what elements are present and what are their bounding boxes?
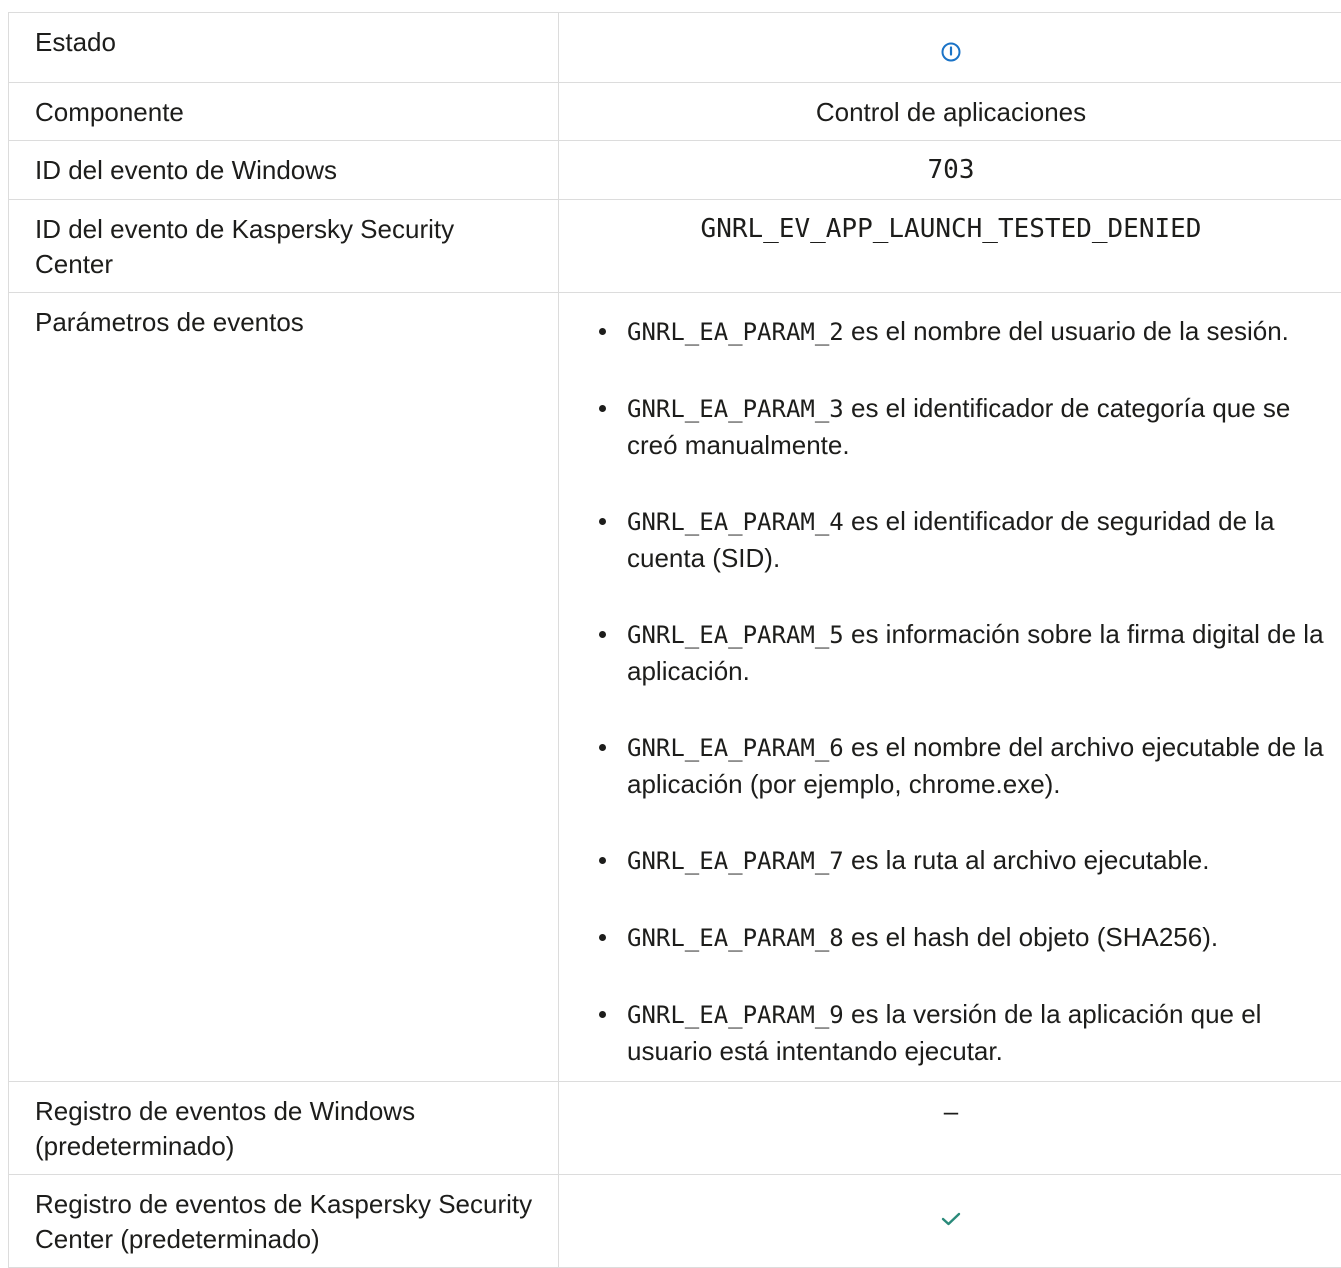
parameter-code: GNRL_EA_PARAM_4 bbox=[627, 508, 844, 536]
row-estado: Estado bbox=[9, 13, 1341, 83]
parameter-code: GNRL_EA_PARAM_5 bbox=[627, 621, 844, 649]
row-event-parameters: Parámetros de eventos GNRL_EA_PARAM_2 es… bbox=[9, 293, 1341, 1082]
row-label: Estado bbox=[9, 13, 559, 83]
parameter-item: GNRL_EA_PARAM_4 es el identificador de s… bbox=[599, 503, 1325, 576]
parameter-code: GNRL_EA_PARAM_3 bbox=[627, 395, 844, 423]
bullet-icon bbox=[599, 744, 606, 751]
event-details-table: Estado Componente Control de aplicacione… bbox=[8, 12, 1341, 1268]
bullet-icon bbox=[599, 405, 606, 412]
parameter-code: GNRL_EA_PARAM_8 bbox=[627, 924, 844, 952]
row-ksc-log: Registro de eventos de Kaspersky Securit… bbox=[9, 1175, 1341, 1268]
parameter-code: GNRL_EA_PARAM_2 bbox=[627, 318, 844, 346]
row-value: GNRL_EV_APP_LAUNCH_TESTED_DENIED bbox=[559, 200, 1341, 293]
checkmark-icon bbox=[941, 1201, 961, 1217]
info-circle-icon bbox=[940, 37, 962, 59]
row-value: – bbox=[559, 1082, 1341, 1175]
parameter-item: GNRL_EA_PARAM_9 es la versión de la apli… bbox=[599, 996, 1325, 1069]
parameter-item: GNRL_EA_PARAM_6 es el nombre del archivo… bbox=[599, 729, 1325, 802]
parameter-description: es el hash del objeto (SHA256). bbox=[851, 922, 1218, 952]
row-value bbox=[559, 13, 1341, 83]
row-label: Registro de eventos de Windows (predeter… bbox=[9, 1082, 559, 1175]
bullet-icon bbox=[599, 1011, 606, 1018]
bullet-icon bbox=[599, 631, 606, 638]
row-label: Componente bbox=[9, 83, 559, 141]
bullet-icon bbox=[599, 518, 606, 525]
row-windows-event-id: ID del evento de Windows 703 bbox=[9, 141, 1341, 200]
parameter-code: GNRL_EA_PARAM_9 bbox=[627, 1001, 844, 1029]
bullet-icon bbox=[599, 934, 606, 941]
row-windows-log: Registro de eventos de Windows (predeter… bbox=[9, 1082, 1341, 1175]
parameters-list: GNRL_EA_PARAM_2 es el nombre del usuario… bbox=[599, 313, 1325, 1069]
parameter-item: GNRL_EA_PARAM_2 es el nombre del usuario… bbox=[599, 313, 1325, 350]
parameter-item: GNRL_EA_PARAM_8 es el hash del objeto (S… bbox=[599, 919, 1325, 956]
row-label: Registro de eventos de Kaspersky Securit… bbox=[9, 1175, 559, 1268]
parameter-description: es la ruta al archivo ejecutable. bbox=[851, 845, 1209, 875]
parameter-item: GNRL_EA_PARAM_5 es información sobre la … bbox=[599, 616, 1325, 689]
row-value: Control de aplicaciones bbox=[559, 83, 1341, 141]
row-value: 703 bbox=[559, 141, 1341, 200]
parameter-code: GNRL_EA_PARAM_6 bbox=[627, 734, 844, 762]
row-componente: Componente Control de aplicaciones bbox=[9, 83, 1341, 141]
bullet-icon bbox=[599, 857, 606, 864]
dash-value: – bbox=[944, 1094, 958, 1129]
parameter-item: GNRL_EA_PARAM_7 es la ruta al archivo ej… bbox=[599, 842, 1325, 879]
parameter-item: GNRL_EA_PARAM_3 es el identificador de c… bbox=[599, 390, 1325, 463]
row-label: ID del evento de Windows bbox=[9, 141, 559, 200]
row-label: Parámetros de eventos bbox=[9, 293, 559, 1082]
row-value: GNRL_EA_PARAM_2 es el nombre del usuario… bbox=[559, 293, 1341, 1082]
parameter-code: GNRL_EA_PARAM_7 bbox=[627, 847, 844, 875]
row-label: ID del evento de Kaspersky Security Cent… bbox=[9, 200, 559, 293]
row-value bbox=[559, 1175, 1341, 1268]
parameter-description: es el nombre del usuario de la sesión. bbox=[851, 316, 1289, 346]
bullet-icon bbox=[599, 328, 606, 335]
row-ksc-event-id: ID del evento de Kaspersky Security Cent… bbox=[9, 200, 1341, 293]
